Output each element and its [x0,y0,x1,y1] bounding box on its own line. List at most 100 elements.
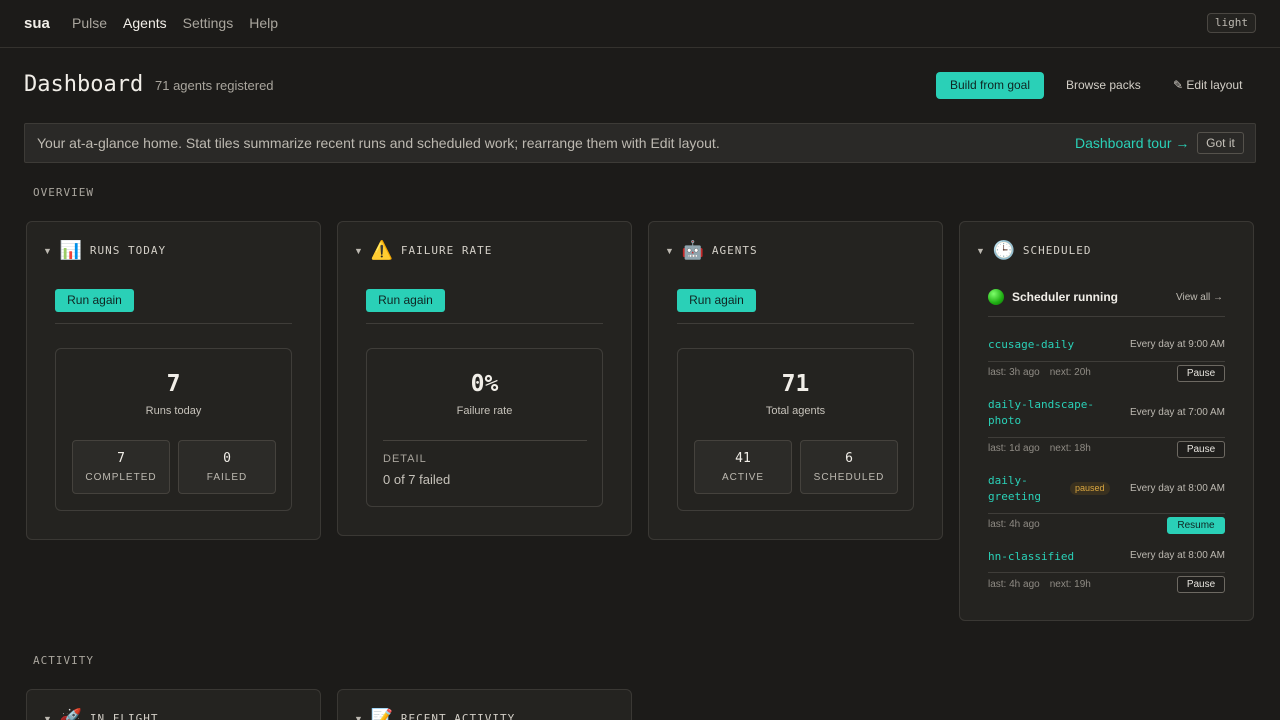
page-subtitle: 71 agents registered [155,78,274,93]
job-last-run: last: 4h ago [988,519,1040,530]
job-name-line: daily- [988,474,1028,487]
paused-badge: paused [1070,482,1110,495]
collapse-caret-icon[interactable]: ▼ [665,246,674,256]
brand-logo[interactable]: sua [24,15,50,32]
job-meta: last: 1d ago next: 18h [988,443,1101,454]
divider [366,323,603,324]
robot-icon: 🤖 [681,240,705,260]
runs-today-card: ▼ 📊 RUNS TODAY Run again 7 Runs today 7 … [26,221,321,540]
dashboard-tour-link[interactable]: Dashboard tour → [1075,135,1189,151]
collapse-caret-icon[interactable]: ▼ [976,246,985,256]
collapse-caret-icon[interactable]: ▼ [354,246,363,256]
collapse-caret-icon[interactable]: ▼ [354,714,363,720]
failure-rate-card: ▼ ⚠️ FAILURE RATE Run again 0% Failure r… [337,221,632,536]
card-title: IN FLIGHT [89,712,159,720]
job-meta: last: 4h ago next: 19h [988,579,1101,590]
scheduler-status-text: Scheduler running [1012,290,1119,304]
job-name-daily-greeting[interactable]: daily- greeting [988,473,1041,505]
scheduled-label: SCHEDULED [813,472,885,483]
detail-label: DETAIL [383,453,427,465]
run-again-button[interactable]: Run again [677,289,756,312]
nav-link-help[interactable]: Help [249,15,278,31]
completed-label: COMPLETED [85,472,157,483]
section-label-activity: ACTIVITY [33,654,94,667]
view-all-link[interactable]: View all → [1176,292,1223,303]
stat-box: 0% Failure rate DETAIL 0 of 7 failed [366,348,603,507]
detail-value: 0 of 7 failed [383,472,451,487]
bar-chart-icon: 📊 [59,240,83,260]
divider [383,440,587,441]
stat-value: 71 [781,371,810,397]
card-title: RECENT ACTIVITY [400,712,516,720]
rocket-icon: 🚀 [59,708,83,720]
recent-activity-card: ▼ 📝 RECENT ACTIVITY [337,689,632,720]
scheduled-card: ▼ 🕒 SCHEDULED Scheduler running View all… [959,221,1254,621]
job-name-hn-classified[interactable]: hn-classified [988,549,1074,565]
completed-tile[interactable]: 7 COMPLETED [72,440,170,494]
clock-icon: 🕒 [992,240,1016,260]
memo-icon: 📝 [370,708,394,720]
card-title: SCHEDULED [1022,244,1092,257]
divider [988,361,1225,362]
nav-link-agents[interactable]: Agents [123,15,167,31]
run-again-button[interactable]: Run again [366,289,445,312]
page-title: Dashboard [24,72,144,97]
browse-packs-button[interactable]: Browse packs [1066,72,1141,99]
agents-card: ▼ 🤖 AGENTS Run again 71 Total agents 41 … [648,221,943,540]
info-banner: Your at-a-glance home. Stat tiles summar… [24,123,1256,163]
got-it-button[interactable]: Got it [1197,132,1244,154]
job-schedule: Every day at 8:00 AM [1129,483,1225,494]
stat-label: Total agents [765,405,826,417]
divider [988,513,1225,514]
scheduled-tile[interactable]: 6 SCHEDULED [800,440,898,494]
stat-value: 0% [470,371,499,397]
job-last-run: last: 4h ago [988,579,1040,590]
resume-button[interactable]: Resume [1167,517,1225,534]
job-next-run: next: 18h [1049,443,1091,454]
divider [988,437,1225,438]
card-title: RUNS TODAY [89,244,167,257]
job-last-run: last: 1d ago [988,443,1040,454]
divider [988,572,1225,573]
nav-links: Pulse Agents Settings Help [72,15,278,31]
failed-tile[interactable]: 0 FAILED [178,440,276,494]
run-again-button[interactable]: Run again [55,289,134,312]
collapse-caret-icon[interactable]: ▼ [43,714,52,720]
job-name-daily-landscape-photo[interactable]: daily-landscape- photo [988,397,1094,429]
active-label: ACTIVE [721,472,765,483]
section-label-overview: OVERVIEW [33,186,94,199]
pause-button[interactable]: Pause [1177,576,1225,593]
job-name-line: greeting [988,490,1041,503]
failed-value: 0 [223,451,231,466]
stat-box: 71 Total agents 41 ACTIVE 6 SCHEDULED [677,348,914,511]
pause-button[interactable]: Pause [1177,365,1225,382]
active-tile[interactable]: 41 ACTIVE [694,440,792,494]
edit-layout-button[interactable]: ✎ Edit layout [1173,72,1242,99]
stat-label: Failure rate [456,405,513,417]
job-schedule: Every day at 9:00 AM [1129,339,1225,350]
job-meta: last: 4h ago [988,519,1050,530]
theme-toggle-button[interactable]: light [1206,13,1256,33]
stat-label: Runs today [145,405,202,417]
job-name-line: daily-landscape- [988,398,1094,411]
build-from-goal-button[interactable]: Build from goal [936,72,1044,99]
collapse-caret-icon[interactable]: ▼ [43,246,52,256]
scheduled-value: 6 [845,451,853,466]
job-name-line: photo [988,414,1022,427]
nav-link-pulse[interactable]: Pulse [72,15,107,31]
job-name-ccusage-daily[interactable]: ccusage-daily [988,337,1074,353]
nav-link-settings[interactable]: Settings [183,15,234,31]
pause-button[interactable]: Pause [1177,441,1225,458]
job-schedule: Every day at 8:00 AM [1129,550,1225,561]
status-dot-icon [988,289,1004,305]
stat-box: 7 Runs today 7 COMPLETED 0 FAILED [55,348,292,511]
job-meta: last: 3h ago next: 20h [988,367,1101,378]
job-last-run: last: 3h ago [988,367,1040,378]
job-next-run: next: 19h [1049,579,1091,590]
warning-icon: ⚠️ [370,240,394,260]
stat-value: 7 [166,371,181,397]
top-nav: sua Pulse Agents Settings Help light [0,0,1280,48]
divider [55,323,292,324]
banner-text: Your at-a-glance home. Stat tiles summar… [37,135,720,151]
card-title: FAILURE RATE [400,244,493,257]
